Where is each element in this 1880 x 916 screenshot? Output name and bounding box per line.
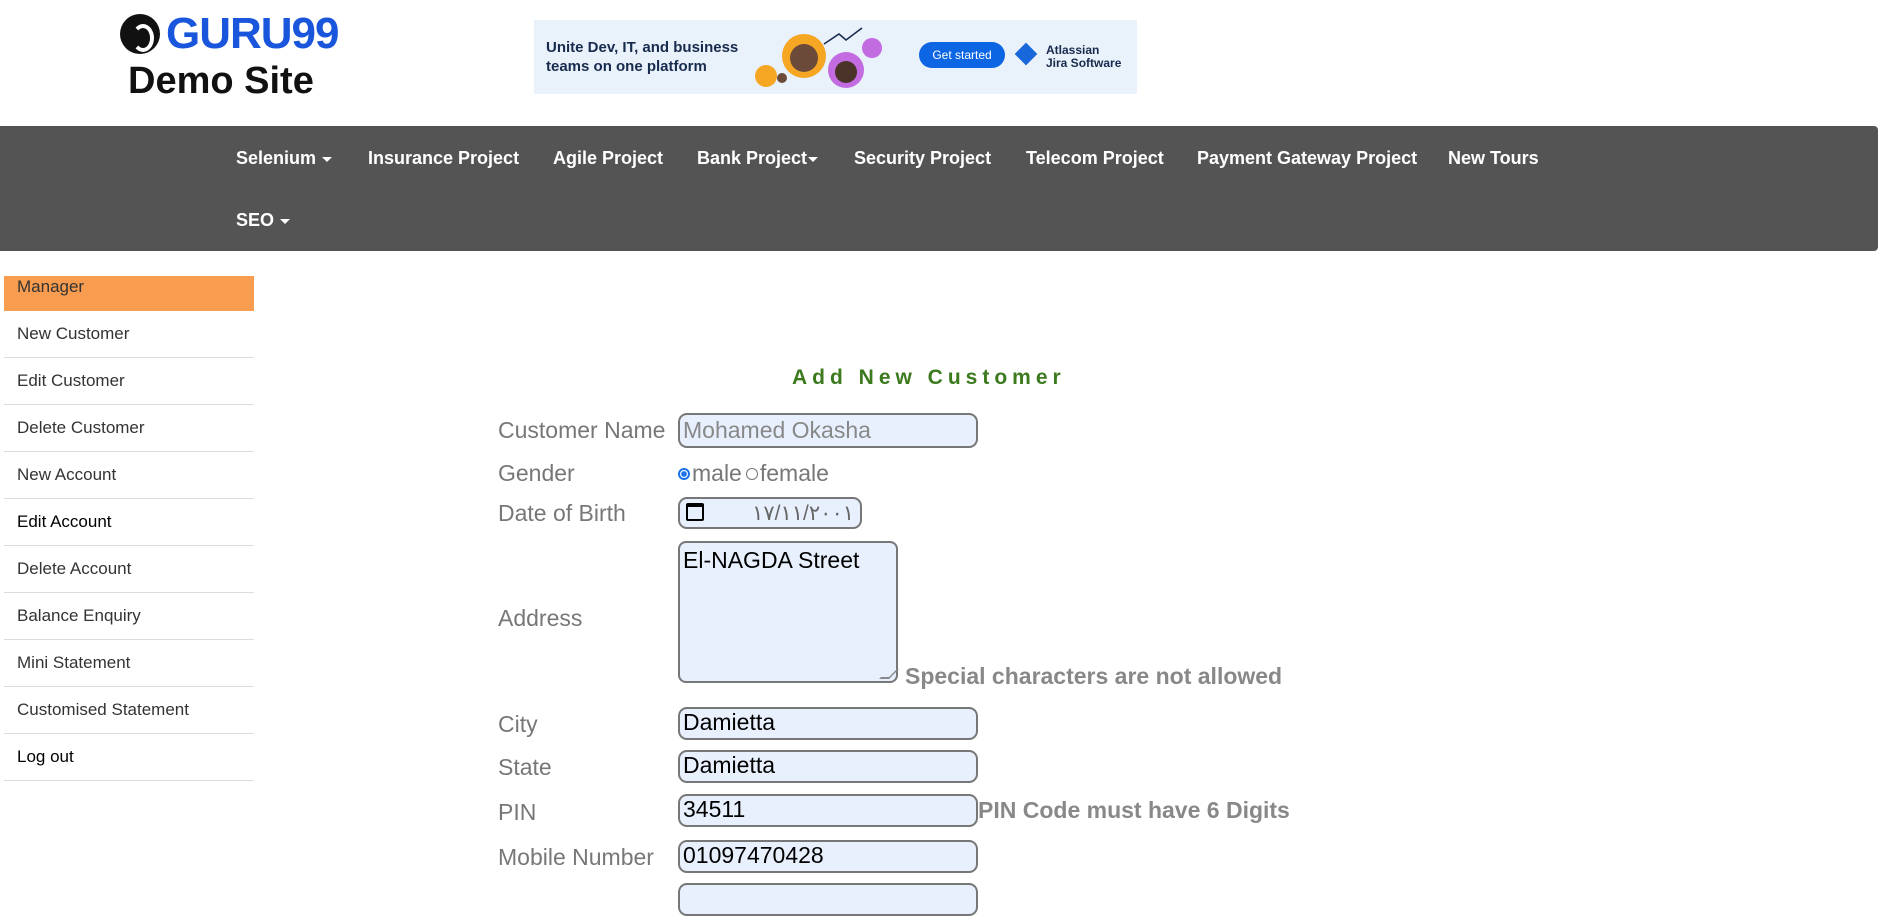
- gender-radio-group: male female: [678, 460, 829, 487]
- jira-logo-icon: [1014, 42, 1038, 66]
- nav-security-project[interactable]: Security Project: [854, 148, 991, 169]
- nav-insurance-project[interactable]: Insurance Project: [368, 148, 519, 169]
- sidebar-item-edit-account[interactable]: Edit Account: [4, 499, 254, 546]
- calendar-icon[interactable]: [686, 503, 704, 521]
- form-title: Add New Customer: [792, 366, 1066, 389]
- sidebar-item-delete-customer[interactable]: Delete Customer: [4, 405, 254, 452]
- guru99-logo-icon: [120, 14, 160, 54]
- gender-male-radio[interactable]: [678, 467, 690, 480]
- dob-value: ١٧/١١/٢٠٠١: [752, 502, 854, 525]
- sidebar-item-balance-enquiry[interactable]: Balance Enquiry: [4, 593, 254, 640]
- gender-male-label: male: [692, 460, 742, 486]
- caret-down-icon: [322, 156, 333, 162]
- nav-label: Bank Project: [697, 148, 808, 168]
- sidebar-menu: Manager New Customer Edit Customer Delet…: [4, 276, 254, 781]
- nav-bank-project[interactable]: Bank Project: [697, 148, 819, 169]
- logo-text: GURU99: [166, 9, 339, 58]
- sidebar-item-delete-account[interactable]: Delete Account: [4, 546, 254, 593]
- nav-seo[interactable]: SEO: [236, 210, 291, 231]
- gender-female-radio[interactable]: [745, 467, 758, 480]
- nav-label: SEO: [236, 210, 275, 230]
- address-error-message: Special characters are not allowed: [905, 663, 1283, 689]
- top-navbar: Selenium Insurance Project Agile Project…: [0, 126, 1878, 251]
- nav-new-tours[interactable]: New Tours: [1448, 148, 1539, 169]
- caret-down-icon: [280, 218, 291, 224]
- sidebar-item-log-out[interactable]: Log out: [4, 734, 254, 781]
- pin-error-message: PIN Code must have 6 Digits: [978, 797, 1290, 823]
- resize-handle-icon[interactable]: [879, 669, 899, 679]
- sidebar-item-manager[interactable]: Manager: [4, 276, 254, 311]
- sidebar-item-new-customer[interactable]: New Customer: [4, 311, 254, 358]
- state-label: State: [498, 754, 552, 780]
- nav-agile-project[interactable]: Agile Project: [553, 148, 663, 169]
- city-label: City: [498, 711, 538, 737]
- site-title: Demo Site: [128, 60, 314, 102]
- address-label: Address: [498, 605, 583, 631]
- ad-headline: Unite Dev, IT, and business teams on one…: [546, 39, 739, 75]
- nav-selenium[interactable]: Selenium: [236, 148, 333, 169]
- mobile-input[interactable]: 01097470428: [678, 840, 978, 873]
- gender-label: Gender: [498, 460, 575, 486]
- city-input[interactable]: Damietta: [678, 707, 978, 740]
- customer-name-label: Customer Name: [498, 417, 666, 443]
- ad-illustration: [755, 27, 882, 88]
- nav-label: Selenium: [236, 148, 317, 168]
- nav-telecom-project[interactable]: Telecom Project: [1026, 148, 1164, 169]
- ad-get-started-button[interactable]: Get started: [919, 42, 1005, 68]
- pin-label: PIN: [498, 799, 537, 825]
- ad-brand-line2: Jira Software: [1046, 56, 1122, 70]
- email-input[interactable]: [678, 883, 978, 916]
- sidebar-item-edit-customer[interactable]: Edit Customer: [4, 358, 254, 405]
- caret-down-icon: [808, 156, 819, 162]
- nav-payment-gateway-project[interactable]: Payment Gateway Project: [1197, 148, 1417, 169]
- mobile-label: Mobile Number: [498, 844, 654, 870]
- sidebar-item-mini-statement[interactable]: Mini Statement: [4, 640, 254, 687]
- customer-name-input[interactable]: Mohamed Okasha: [678, 413, 978, 448]
- guru99-logo[interactable]: GURU99: [120, 12, 340, 56]
- pin-input[interactable]: 34511: [678, 794, 978, 827]
- ad-brand: Atlassian Jira Software: [1046, 44, 1121, 70]
- sidebar-item-new-account[interactable]: New Account: [4, 452, 254, 499]
- state-input[interactable]: Damietta: [678, 750, 978, 783]
- address-value: El-NAGDA Street: [683, 547, 860, 573]
- dob-input[interactable]: ١٧/١١/٢٠٠١: [678, 497, 862, 529]
- dob-label: Date of Birth: [498, 500, 626, 526]
- sidebar-item-customised-statement[interactable]: Customised Statement: [4, 687, 254, 734]
- ad-banner[interactable]: Unite Dev, IT, and business teams on one…: [534, 20, 1137, 94]
- gender-female-label: female: [759, 460, 829, 486]
- address-textarea[interactable]: El-NAGDA Street: [678, 541, 899, 683]
